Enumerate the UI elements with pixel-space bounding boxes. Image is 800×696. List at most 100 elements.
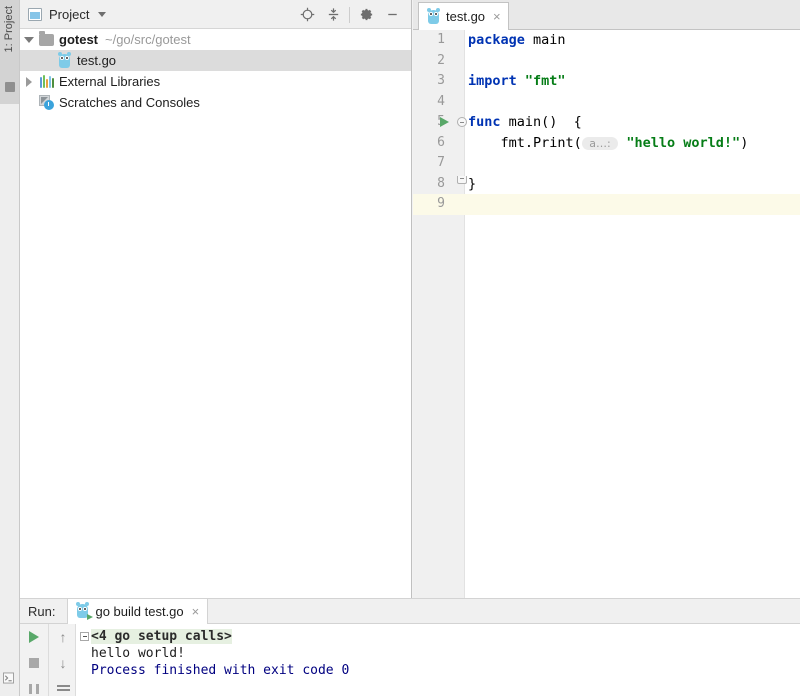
expand-toggle-placeholder (20, 92, 38, 113)
lines-icon (57, 685, 70, 694)
line-number: 9 (413, 194, 445, 215)
tree-node-label: test.go (77, 53, 116, 68)
project-title-group[interactable]: Project (28, 0, 106, 29)
tree-node-scratches-and-consoles[interactable]: Scratches and Consoles (20, 92, 411, 113)
code-text: func main() { (468, 112, 582, 133)
run-tool-window: Run: go build test.go × ↑ ↓ (20, 598, 800, 696)
run-panel-label: Run: (28, 604, 55, 619)
project-tool-window: Project (20, 0, 412, 598)
code-text: package main (468, 30, 566, 51)
pause-icon (29, 684, 39, 694)
project-panel-header: Project (20, 0, 411, 29)
code-token: main (525, 32, 566, 48)
code-token (517, 73, 525, 89)
collapse-all-icon[interactable] (320, 3, 346, 27)
line-number: 3 (413, 71, 445, 92)
tree-node-external-libraries[interactable]: External Libraries (20, 71, 411, 92)
console-line: <4 go setup calls> (80, 628, 800, 645)
code-token: fmt.Print( (468, 135, 582, 151)
console-toolbar-column-left (20, 624, 48, 696)
go-file-icon (56, 53, 73, 69)
tree-node-label: Scratches and Consoles (59, 95, 200, 110)
go-file-icon (427, 9, 440, 25)
pause-button[interactable] (20, 676, 48, 696)
line-number: 8 (413, 174, 445, 195)
folder-icon (38, 32, 55, 48)
libraries-icon (38, 74, 55, 90)
expand-toggle-external-libraries[interactable] (20, 71, 38, 92)
code-line[interactable]: 1package main (413, 30, 800, 51)
expand-toggle-placeholder (38, 50, 56, 71)
code-line[interactable]: 8} (413, 174, 800, 195)
code-token: func (468, 114, 501, 130)
tree-node-gotest[interactable]: gotest ~/go/src/gotest (20, 29, 411, 50)
tree-node-label: gotest (59, 32, 98, 47)
editor-tab-test-go[interactable]: test.go × (418, 2, 509, 30)
rerun-button[interactable] (20, 624, 48, 650)
code-line[interactable]: 6 fmt.Print( a…: "hello world!") (413, 133, 800, 154)
code-line[interactable]: 3 import "fmt" (413, 71, 800, 92)
tool-window-tab-project[interactable]: 1: Project (0, 0, 19, 104)
console-area: ↑ ↓ <4 go setup calls>hello world!Proces… (20, 624, 800, 696)
code-token: import (468, 73, 517, 89)
triangle-down-icon (24, 37, 34, 43)
close-icon[interactable]: × (493, 10, 501, 23)
line-number: 7 (413, 153, 445, 174)
editor-tabbar: test.go × (413, 0, 800, 30)
code-editor[interactable]: 1package main23 import "fmt"45func main()… (413, 30, 800, 598)
editor-area: test.go × 1package main23 import "fmt"45f… (413, 0, 800, 598)
fold-start-icon[interactable] (457, 117, 467, 127)
stop-icon (29, 658, 39, 668)
locate-icon[interactable] (294, 3, 320, 27)
play-icon (29, 631, 39, 643)
tree-node-label: External Libraries (59, 74, 160, 89)
prev-occurrence-button[interactable]: ↑ (49, 624, 77, 650)
code-line[interactable]: 2 (413, 51, 800, 72)
project-tree: gotest ~/go/src/gotest test.go (20, 29, 411, 598)
fold-end-icon[interactable] (457, 176, 467, 184)
terminal-icon[interactable] (3, 672, 14, 684)
console-output[interactable]: <4 go setup calls>hello world!Process fi… (77, 624, 800, 696)
left-tool-strip: 1: Project (0, 0, 20, 696)
run-panel-header: Run: go build test.go × (20, 598, 800, 624)
code-text: import "fmt" (468, 71, 566, 92)
gear-icon[interactable] (353, 3, 379, 27)
project-panel-toolbar (294, 0, 405, 29)
next-occurrence-button[interactable]: ↓ (49, 650, 77, 676)
scratches-icon (38, 95, 55, 111)
code-line[interactable]: 9 (413, 194, 800, 215)
soft-wrap-button[interactable] (49, 676, 77, 696)
run-tab-go-build[interactable]: go build test.go × (67, 599, 208, 624)
run-gutter-icon[interactable] (440, 117, 449, 127)
code-lines: 1package main23 import "fmt"45func main()… (413, 30, 800, 598)
stop-button[interactable] (20, 650, 48, 676)
tree-node-path: ~/go/src/gotest (105, 32, 191, 47)
toolbar-divider (349, 7, 350, 23)
code-token: package (468, 32, 525, 48)
code-line[interactable]: 5func main() { (413, 112, 800, 133)
code-text: fmt.Print( a…: "hello world!") (468, 133, 748, 155)
close-icon[interactable]: × (192, 605, 200, 618)
go-run-icon (76, 603, 89, 619)
expand-fold-icon[interactable] (80, 632, 89, 641)
project-panel-title: Project (49, 7, 89, 22)
triangle-right-icon (26, 77, 32, 87)
code-line[interactable]: 4 (413, 92, 800, 113)
chevron-down-icon[interactable] (98, 12, 106, 17)
console-toolbar-column-right: ↑ ↓ (48, 624, 77, 696)
project-window-icon (5, 82, 15, 92)
expand-toggle-gotest[interactable] (20, 29, 38, 50)
tree-node-test-go[interactable]: test.go (20, 50, 411, 71)
run-tab-label: go build test.go (95, 604, 183, 619)
code-text: } (468, 174, 476, 195)
code-token: main() { (501, 114, 582, 130)
arrow-down-icon: ↓ (60, 656, 67, 670)
console-toolbar: ↑ ↓ (20, 624, 76, 696)
project-view-icon (28, 8, 42, 21)
line-number: 6 (413, 133, 445, 154)
code-line[interactable]: 7 (413, 153, 800, 174)
arrow-up-icon: ↑ (60, 630, 67, 644)
code-token: a…: (582, 137, 618, 150)
minimize-icon[interactable] (379, 3, 405, 27)
console-line: hello world! (80, 645, 800, 662)
